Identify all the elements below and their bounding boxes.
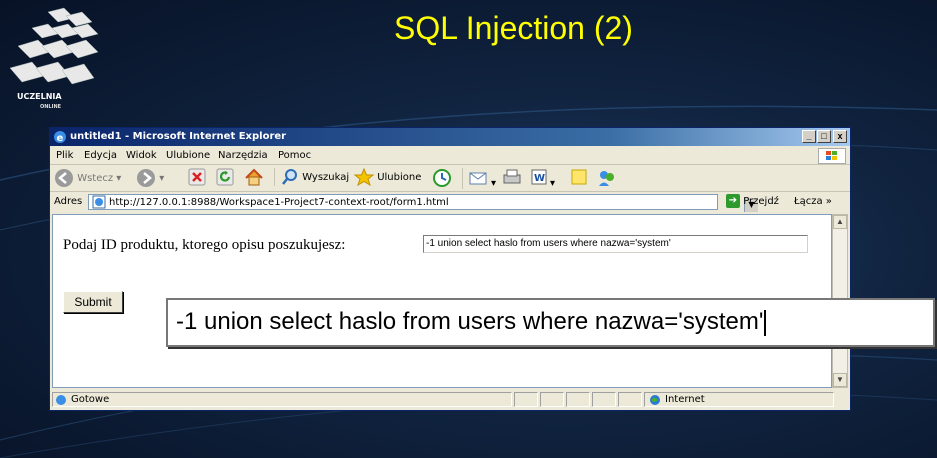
note-icon — [571, 169, 587, 185]
scroll-down-icon[interactable]: ▼ — [833, 373, 847, 387]
ie-window: e untitled1 - Microsoft Internet Explore… — [49, 127, 851, 411]
scroll-up-icon[interactable]: ▲ — [833, 215, 847, 229]
go-arrow-icon: ➔ — [726, 194, 740, 208]
printer-icon — [503, 169, 521, 184]
forward-button[interactable]: ▾ — [136, 168, 164, 188]
address-url: http://127.0.0.1:8988/Workspace1-Project… — [109, 197, 449, 208]
svg-text:W: W — [534, 173, 545, 184]
back-label: Wstecz — [77, 173, 114, 184]
window-title: untitled1 - Microsoft Internet Explorer — [70, 131, 287, 142]
window-titlebar[interactable]: e untitled1 - Microsoft Internet Explore… — [50, 128, 850, 146]
status-cell — [618, 392, 642, 407]
search-icon — [282, 169, 297, 185]
address-bar: Adres http://127.0.0.1:8988/Workspace1-P… — [50, 192, 850, 212]
favorites-label: Ulubione — [377, 172, 422, 183]
mail-button[interactable]: ▾ — [462, 168, 496, 189]
go-button[interactable]: ➔ Przejdź — [726, 194, 779, 208]
status-bar: Gotowe Internet — [50, 390, 850, 410]
home-button[interactable] — [244, 168, 264, 189]
menu-ulubione[interactable]: Ulubione — [166, 150, 210, 161]
product-id-input[interactable]: -1 union select haslo from users where n… — [423, 235, 808, 253]
page-status-icon — [56, 395, 66, 405]
close-button[interactable]: x — [833, 130, 847, 143]
windows-flag-icon — [818, 148, 846, 164]
menu-bar: Plik Edycja Widok Ulubione Narzędzia Pom… — [50, 147, 850, 165]
stop-icon — [188, 168, 206, 186]
logo-subtext: ONLINE — [40, 104, 62, 110]
address-input[interactable]: http://127.0.0.1:8988/Workspace1-Project… — [88, 194, 758, 212]
zoomed-input-value: -1 union select haslo from users where n… — [176, 308, 764, 335]
back-arrow-icon — [55, 169, 73, 187]
favorites-button[interactable]: Ulubione — [353, 167, 422, 187]
messenger-button[interactable] — [596, 168, 618, 191]
globe-icon — [650, 395, 660, 405]
refresh-button[interactable] — [216, 168, 234, 189]
star-icon — [353, 167, 375, 187]
ie-icon: e — [54, 131, 66, 144]
text-caret — [764, 309, 767, 336]
back-button[interactable]: Wstecz ▾ — [54, 168, 121, 188]
search-label: Wyszukaj — [302, 172, 350, 183]
notes-button[interactable] — [570, 168, 590, 189]
status-text: Gotowe — [71, 394, 110, 405]
history-button[interactable] — [432, 168, 452, 191]
print-button[interactable] — [502, 168, 522, 189]
messenger-icon — [599, 171, 614, 186]
product-id-prompt: Podaj ID produktu, ktorego opisu poszuku… — [63, 237, 346, 253]
toolbar: Wstecz ▾ ▾ Wyszukaj Ulubione ▾ W ▾ — [50, 165, 850, 192]
logo-text: UCZELNIA — [17, 92, 62, 101]
refresh-icon — [216, 168, 234, 186]
go-label: Przejdź — [743, 196, 779, 207]
status-cell — [566, 392, 590, 407]
status-cell — [514, 392, 538, 407]
menu-widok[interactable]: Widok — [126, 150, 157, 161]
links-button[interactable]: Łącza » — [794, 196, 832, 207]
history-icon — [433, 169, 451, 187]
forward-arrow-icon — [137, 169, 155, 187]
status-cell — [592, 392, 616, 407]
stop-button[interactable] — [188, 168, 206, 189]
menu-edycja[interactable]: Edycja — [84, 150, 117, 161]
menu-narzedzia[interactable]: Narzędzia — [218, 150, 268, 161]
mail-icon — [469, 172, 487, 185]
word-icon: W — [531, 169, 547, 185]
slide-title: SQL Injection (2) — [394, 10, 633, 46]
zone-cell: Internet — [644, 392, 834, 407]
zoomed-input-callout: -1 union select haslo from users where n… — [166, 298, 935, 347]
search-button[interactable]: Wyszukaj — [274, 168, 349, 186]
minimize-button[interactable]: _ — [802, 130, 816, 143]
zone-text: Internet — [665, 394, 705, 405]
menu-plik[interactable]: Plik — [56, 150, 73, 161]
status-text-cell: Gotowe — [52, 392, 512, 407]
address-label: Adres — [54, 196, 83, 207]
page-icon — [92, 195, 106, 209]
links-label: Łącza — [794, 196, 823, 207]
status-cell — [540, 392, 564, 407]
edit-word-button[interactable]: W ▾ — [530, 168, 555, 189]
submit-button[interactable]: Submit — [63, 291, 123, 313]
svg-text:e: e — [57, 133, 64, 144]
home-icon — [245, 168, 263, 186]
maximize-button[interactable]: □ — [817, 130, 831, 143]
menu-pomoc[interactable]: Pomoc — [278, 150, 311, 161]
